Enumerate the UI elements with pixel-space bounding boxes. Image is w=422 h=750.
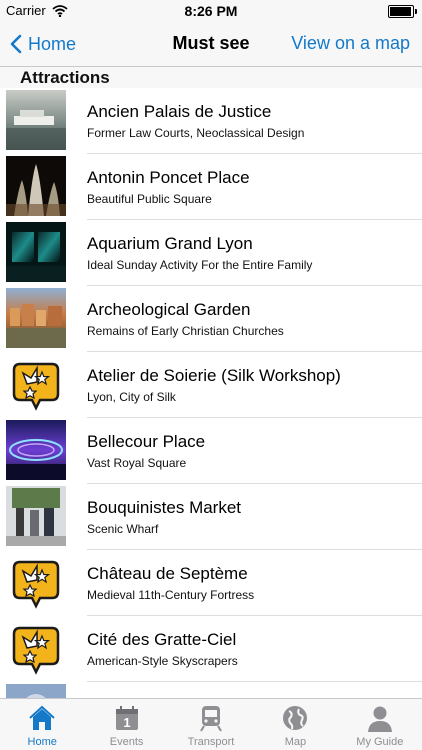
list-item-subtitle: Vast Royal Square <box>87 456 187 470</box>
thumbnail-image <box>6 222 66 282</box>
svg-text:1: 1 <box>123 715 130 730</box>
list-item[interactable]: Atelier de Soierie (Silk Workshop) Lyon, … <box>0 352 422 418</box>
list-item-subtitle: Scenic Wharf <box>87 522 159 536</box>
list-item[interactable]: Cité des Gratte-Ciel American-Style Skysc… <box>0 616 422 682</box>
chevron-left-icon <box>10 34 22 54</box>
list-item-text: Bouquinistes Market Scenic Wharf <box>87 484 422 550</box>
globe-icon <box>280 703 310 733</box>
section-title: Attractions <box>20 68 110 87</box>
list-item-subtitle: Ideal Sunday Activity For the Entire Fam… <box>87 258 313 272</box>
list-item[interactable]: Château de Septème Medieval 11th-Century … <box>0 550 422 616</box>
star-placeholder-icon <box>6 618 66 678</box>
list-item-title: Antonin Poncet Place <box>87 168 250 187</box>
list-item[interactable]: Antonin Poncet Place Beautiful Public Squ… <box>0 154 422 220</box>
tab-label: Transport <box>187 736 235 748</box>
tab-label: Events <box>109 736 144 748</box>
list-item-text: Cité des Gratte-Ciel American-Style Skysc… <box>87 616 422 682</box>
star-placeholder-icon <box>6 552 66 612</box>
attractions-list[interactable]: Ancien Palais de Justice Former Law Court… <box>0 88 422 699</box>
list-item[interactable]: Ancien Palais de Justice Former Law Court… <box>0 88 422 154</box>
person-icon <box>365 703 395 733</box>
section-header: Attractions <box>0 67 422 88</box>
tab-label: My Guide <box>356 736 404 748</box>
status-time: 8:26 PM <box>184 3 238 19</box>
list-item-text: Aquarium Grand Lyon Ideal Sunday Activity… <box>87 220 422 286</box>
thumbnail-image <box>6 90 66 150</box>
battery-icon <box>388 5 417 18</box>
list-item-subtitle: Lyon, City of Silk <box>87 390 176 404</box>
list-item-subtitle: Remains of Early Christian Churches <box>87 324 284 338</box>
list-item-title: Château de Septème <box>87 564 248 583</box>
list-item-text: Bellecour Place Vast Royal Square <box>87 418 422 484</box>
list-item-title: Archeological Garden <box>87 300 251 319</box>
thumbnail-image <box>6 156 66 216</box>
train-icon <box>196 703 226 733</box>
tab-events[interactable]: 1 Events <box>84 699 168 750</box>
list-item-subtitle: Former Law Courts, Neoclassical Design <box>87 126 305 140</box>
back-button[interactable]: Home <box>10 30 76 58</box>
list-item-title: Bouquinistes Market <box>87 498 242 517</box>
list-item[interactable]: Bellecour Place Vast Royal Square <box>0 418 422 484</box>
thumbnail-image <box>6 288 66 348</box>
list-item-text: Château de Septème Medieval 11th-Century … <box>87 550 422 616</box>
list-item-text: Antonin Poncet Place Beautiful Public Squ… <box>87 154 422 220</box>
list-item[interactable] <box>0 682 422 699</box>
thumbnail-image <box>6 420 66 480</box>
list-item[interactable]: Aquarium Grand Lyon Ideal Sunday Activity… <box>0 220 422 286</box>
tab-label: Home <box>27 736 57 748</box>
tab-label: Map <box>284 736 307 748</box>
list-item-text: Archeological Garden Remains of Early Chr… <box>87 286 422 352</box>
tab-home[interactable]: Home <box>0 699 84 750</box>
tab-bar: Home 1 Events Transport Map My Guide <box>0 698 422 750</box>
navigation-bar: Home Must see View on a map <box>0 22 422 67</box>
tab-my-guide[interactable]: My Guide <box>338 699 422 750</box>
tab-transport[interactable]: Transport <box>169 699 253 750</box>
view-on-map-button[interactable]: View on a map <box>291 33 410 54</box>
status-bar: Carrier 8:26 PM <box>0 0 422 22</box>
thumbnail-image <box>6 486 66 546</box>
list-item-subtitle: Beautiful Public Square <box>87 192 212 206</box>
list-item-title: Ancien Palais de Justice <box>87 102 272 121</box>
tab-map[interactable]: Map <box>253 699 337 750</box>
thumbnail-image <box>6 684 66 699</box>
list-item-text <box>87 682 422 699</box>
list-item-text: Atelier de Soierie (Silk Workshop) Lyon, … <box>87 352 422 418</box>
house-icon <box>27 703 57 733</box>
list-item-title: Aquarium Grand Lyon <box>87 234 253 253</box>
list-item-title: Cité des Gratte-Ciel <box>87 630 237 649</box>
list-item-subtitle: American-Style Skyscrapers <box>87 654 238 668</box>
list-item-subtitle: Medieval 11th-Century Fortress <box>87 588 255 602</box>
back-button-label: Home <box>28 33 77 54</box>
list-item[interactable]: Bouquinistes Market Scenic Wharf <box>0 484 422 550</box>
list-item[interactable]: Archeological Garden Remains of Early Chr… <box>0 286 422 352</box>
calendar-icon: 1 <box>112 703 142 733</box>
battery-fill <box>390 7 411 16</box>
list-item-text: Ancien Palais de Justice Former Law Court… <box>87 88 422 154</box>
list-item-title: Bellecour Place <box>87 432 206 451</box>
star-placeholder-icon <box>6 354 66 414</box>
list-item-title: Atelier de Soierie (Silk Workshop) <box>87 366 341 385</box>
